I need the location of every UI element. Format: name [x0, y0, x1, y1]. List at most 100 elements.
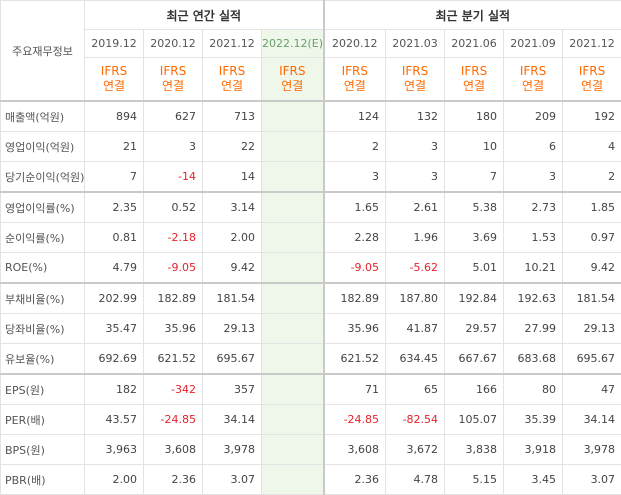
quarterly-value-cell: 10.21 [504, 253, 563, 284]
quarterly-value-cell: 65 [386, 374, 445, 405]
table-row: 유보율(%)692.69621.52695.67621.52634.45667.… [1, 344, 621, 375]
annual-value-cell: 7 [85, 162, 144, 193]
quarterly-value-cell: 2 [324, 132, 386, 162]
ifrs-label: IFRS [325, 64, 386, 79]
quarterly-value-cell: -82.54 [386, 405, 445, 435]
table-row: 영업이익률(%)2.350.523.141.652.615.382.731.85 [1, 192, 621, 223]
annual-value-cell: 3.07 [203, 465, 262, 495]
quarterly-value-cell: 166 [445, 374, 504, 405]
row-label: BPS(원) [1, 435, 85, 465]
period-header: 2022.12(E) [262, 30, 324, 58]
consolidated-label: 연결 [445, 79, 503, 94]
annual-value-cell [262, 344, 324, 375]
quarterly-value-cell: 2.36 [324, 465, 386, 495]
annual-value-cell: 627 [144, 101, 203, 132]
row-label: EPS(원) [1, 374, 85, 405]
row-label: 부채비율(%) [1, 283, 85, 314]
annual-value-cell [262, 162, 324, 193]
quarterly-value-cell: 9.42 [563, 253, 621, 284]
row-header-label: 주요재무정보 [1, 1, 85, 102]
quarterly-value-cell: 6 [504, 132, 563, 162]
quarterly-value-cell: 10 [445, 132, 504, 162]
ifrs-label: IFRS [563, 64, 621, 79]
annual-value-cell: 0.52 [144, 192, 203, 223]
quarterly-value-cell: 35.96 [324, 314, 386, 344]
quarterly-value-cell: 1.65 [324, 192, 386, 223]
quarterly-value-cell: 5.38 [445, 192, 504, 223]
ifrs-label: IFRS [504, 64, 562, 79]
quarterly-value-cell: 2.73 [504, 192, 563, 223]
annual-value-cell [262, 283, 324, 314]
quarterly-value-cell: 3,608 [324, 435, 386, 465]
quarterly-value-cell: 29.13 [563, 314, 621, 344]
quarterly-value-cell: 7 [445, 162, 504, 193]
ifrs-label: IFRS [203, 64, 261, 79]
consolidated-label: 연결 [325, 79, 386, 94]
annual-value-cell: 2.35 [85, 192, 144, 223]
quarterly-value-cell: 3.45 [504, 465, 563, 495]
annual-value-cell: 34.14 [203, 405, 262, 435]
annual-value-cell: 202.99 [85, 283, 144, 314]
table-row: EPS(원)182-34235771651668047 [1, 374, 621, 405]
annual-value-cell [262, 132, 324, 162]
annual-value-cell: 14 [203, 162, 262, 193]
table-row: 영업이익(억원)21322231064 [1, 132, 621, 162]
quarterly-value-cell: 187.80 [386, 283, 445, 314]
quarterly-value-cell: 1.96 [386, 223, 445, 253]
annual-title: 최근 연간 실적 [85, 1, 324, 30]
quarterly-value-cell: 132 [386, 101, 445, 132]
consolidated-label: 연결 [85, 79, 143, 94]
consolidated-label: 연결 [563, 79, 621, 94]
quarterly-value-cell: 124 [324, 101, 386, 132]
annual-value-cell: -342 [144, 374, 203, 405]
period-header: 2019.12 [85, 30, 144, 58]
annual-value-cell: 182 [85, 374, 144, 405]
annual-value-cell: 894 [85, 101, 144, 132]
annual-value-cell: 21 [85, 132, 144, 162]
quarterly-value-cell: 3,978 [563, 435, 621, 465]
quarterly-value-cell: 5.01 [445, 253, 504, 284]
annual-value-cell: 22 [203, 132, 262, 162]
consolidated-label: 연결 [144, 79, 202, 94]
quarterly-value-cell: 182.89 [324, 283, 386, 314]
quarterly-value-cell: 4 [563, 132, 621, 162]
ifrs-basis-cell: IFRS연결 [203, 58, 262, 102]
quarterly-value-cell: -9.05 [324, 253, 386, 284]
ifrs-label: IFRS [386, 64, 444, 79]
row-label: 당좌비율(%) [1, 314, 85, 344]
ifrs-basis-cell: IFRS연결 [445, 58, 504, 102]
annual-value-cell: 4.79 [85, 253, 144, 284]
quarterly-value-cell: -5.62 [386, 253, 445, 284]
quarterly-value-cell: -24.85 [324, 405, 386, 435]
annual-value-cell: 29.13 [203, 314, 262, 344]
ifrs-basis-cell: IFRS연결 [144, 58, 203, 102]
consolidated-label: 연결 [504, 79, 562, 94]
annual-value-cell: 2.00 [203, 223, 262, 253]
annual-value-cell: 0.81 [85, 223, 144, 253]
annual-value-cell: 181.54 [203, 283, 262, 314]
financial-summary-table: 주요재무정보 최근 연간 실적 최근 분기 실적 2019.122020.122… [0, 0, 621, 495]
quarterly-value-cell: 27.99 [504, 314, 563, 344]
quarterly-value-cell: 634.45 [386, 344, 445, 375]
ifrs-label: IFRS [144, 64, 202, 79]
quarterly-value-cell: 3,838 [445, 435, 504, 465]
quarterly-value-cell: 192 [563, 101, 621, 132]
annual-value-cell: 3,608 [144, 435, 203, 465]
consolidated-label: 연결 [386, 79, 444, 94]
quarterly-value-cell: 209 [504, 101, 563, 132]
annual-value-cell: 621.52 [144, 344, 203, 375]
annual-value-cell [262, 435, 324, 465]
table-header: 주요재무정보 최근 연간 실적 최근 분기 실적 2019.122020.122… [1, 1, 621, 102]
annual-value-cell [262, 101, 324, 132]
annual-value-cell: -24.85 [144, 405, 203, 435]
quarterly-value-cell: 621.52 [324, 344, 386, 375]
annual-value-cell: 35.96 [144, 314, 203, 344]
period-header: 2020.12 [324, 30, 386, 58]
row-label: 유보율(%) [1, 344, 85, 375]
quarterly-value-cell: 667.67 [445, 344, 504, 375]
table-body: 매출액(억원)894627713124132180209192영업이익(억원)2… [1, 101, 621, 495]
annual-value-cell: 3,963 [85, 435, 144, 465]
quarterly-value-cell: 2 [563, 162, 621, 193]
quarterly-value-cell: 181.54 [563, 283, 621, 314]
quarterly-value-cell: 29.57 [445, 314, 504, 344]
